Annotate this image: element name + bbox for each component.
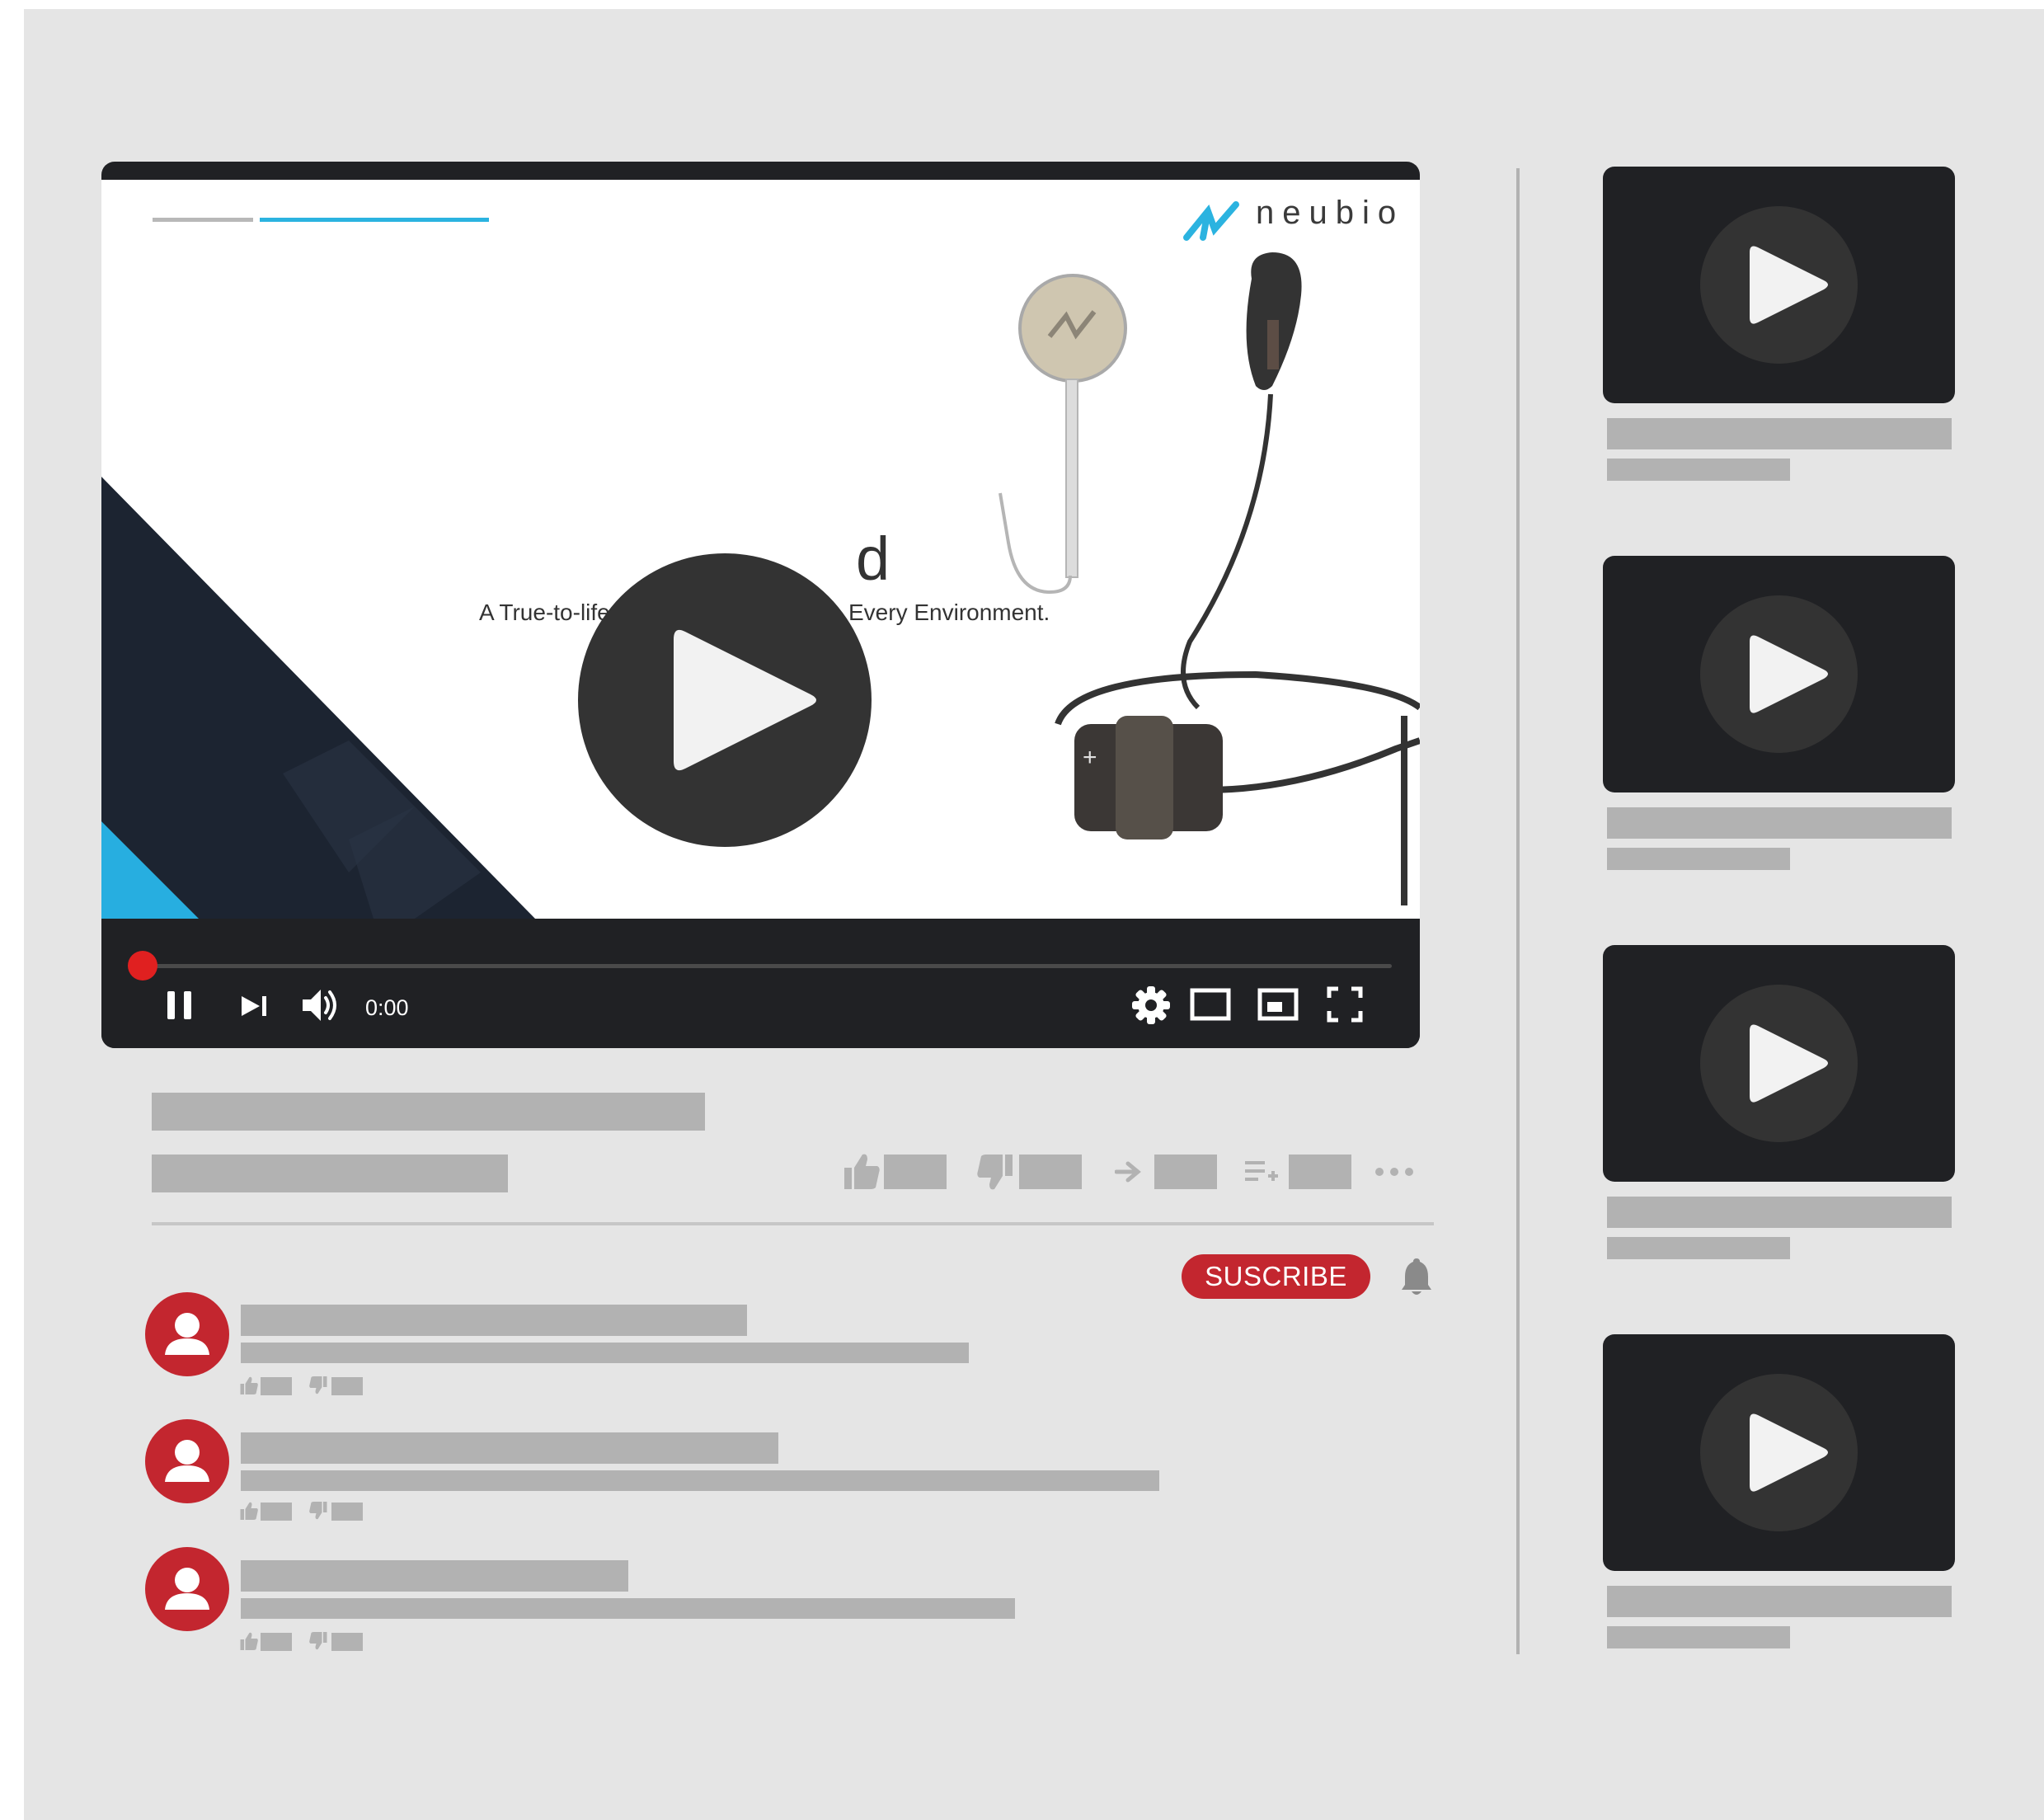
related-meta-placeholder — [1607, 848, 1790, 870]
user-icon — [165, 1568, 209, 1610]
like-count-placeholder — [884, 1155, 947, 1189]
related-title-placeholder — [1607, 1586, 1952, 1617]
save-label-placeholder — [1289, 1155, 1351, 1189]
thumbs-up-icon[interactable] — [239, 1501, 259, 1521]
scrubber-handle[interactable] — [128, 951, 157, 981]
share-label-placeholder — [1154, 1155, 1217, 1189]
product-headband — [1055, 670, 1420, 726]
share-arrow-icon[interactable] — [1115, 1159, 1143, 1184]
like-count-placeholder — [261, 1377, 292, 1395]
avatar[interactable] — [145, 1419, 229, 1503]
like-count-placeholder — [261, 1633, 292, 1651]
add-to-playlist-icon[interactable] — [1243, 1158, 1280, 1187]
fullscreen-icon[interactable] — [1327, 986, 1363, 1023]
subscribe-button[interactable]: SUSCRIBE — [1182, 1254, 1370, 1299]
thumbs-up-icon[interactable] — [843, 1151, 881, 1191]
related-video-thumbnail[interactable] — [1603, 556, 1955, 792]
theater-mode-icon[interactable] — [1190, 988, 1231, 1021]
sidebar-divider — [1516, 168, 1520, 1654]
dislike-count-placeholder — [331, 1503, 363, 1521]
channel-info-placeholder — [152, 1155, 508, 1192]
user-icon — [165, 1440, 209, 1482]
video-title-placeholder — [152, 1093, 705, 1131]
avatar[interactable] — [145, 1547, 229, 1631]
related-video-thumbnail[interactable] — [1603, 167, 1955, 403]
slide-progress-blue — [260, 218, 489, 222]
thumbs-up-icon[interactable] — [239, 1631, 259, 1651]
play-icon — [1750, 1413, 1828, 1492]
play-icon — [1750, 246, 1828, 324]
comment-text-placeholder — [241, 1470, 1159, 1491]
thumbs-down-icon[interactable] — [308, 1376, 328, 1395]
meta-divider — [152, 1222, 1434, 1225]
big-play-button[interactable] — [578, 553, 872, 847]
dislike-count-placeholder — [1019, 1155, 1082, 1189]
related-meta-placeholder — [1607, 1237, 1790, 1259]
related-title-placeholder — [1607, 1197, 1952, 1228]
related-video-thumbnail[interactable] — [1603, 1334, 1955, 1571]
related-title-placeholder — [1607, 418, 1952, 449]
play-icon — [1750, 1024, 1828, 1103]
avatar[interactable] — [145, 1292, 229, 1376]
dislike-count-placeholder — [331, 1633, 363, 1651]
comment-author-placeholder — [241, 1432, 778, 1464]
bell-icon[interactable] — [1400, 1257, 1433, 1296]
slide-progress-gray — [153, 218, 253, 222]
brand-logo-mark — [1183, 201, 1239, 241]
thumbs-down-icon[interactable] — [308, 1631, 328, 1651]
related-meta-placeholder — [1607, 1626, 1790, 1648]
brand-name: neubio — [1256, 195, 1405, 231]
miniplayer-icon[interactable] — [1257, 988, 1299, 1021]
comment-author-placeholder — [241, 1305, 747, 1336]
play-icon — [674, 629, 816, 771]
comment-text-placeholder — [241, 1598, 1015, 1619]
play-icon — [1750, 635, 1828, 713]
next-icon[interactable] — [240, 993, 270, 1019]
pause-icon[interactable] — [162, 988, 197, 1023]
gear-icon[interactable] — [1130, 985, 1172, 1026]
related-meta-placeholder — [1607, 459, 1790, 481]
slide-subtitle-right: Every Environment. — [848, 600, 1050, 625]
player-controls: 0:00 — [101, 919, 1420, 1048]
thumbnail-play-button — [1700, 206, 1858, 364]
thumbnail-play-button — [1700, 985, 1858, 1142]
related-title-placeholder — [1607, 807, 1952, 839]
thumbnail-play-button — [1700, 595, 1858, 753]
thumbnail-play-button — [1700, 1374, 1858, 1531]
user-icon — [165, 1313, 209, 1355]
comment-author-placeholder — [241, 1560, 628, 1592]
video-player[interactable]: + neubio A True-to-life Every Environmen… — [101, 162, 1420, 1048]
time-display: 0:00 — [365, 995, 409, 1020]
related-video-thumbnail[interactable] — [1603, 945, 1955, 1182]
dislike-count-placeholder — [331, 1377, 363, 1395]
thumbs-up-icon[interactable] — [239, 1376, 259, 1395]
svg-text:+: + — [1083, 744, 1097, 771]
like-count-placeholder — [261, 1503, 292, 1521]
progress-bar[interactable] — [143, 964, 1392, 968]
volume-icon[interactable] — [299, 985, 341, 1026]
thumbs-down-icon[interactable] — [308, 1501, 328, 1521]
more-icon[interactable] — [1374, 1166, 1415, 1178]
comment-text-placeholder — [241, 1343, 969, 1363]
thumbs-down-icon[interactable] — [976, 1153, 1014, 1192]
